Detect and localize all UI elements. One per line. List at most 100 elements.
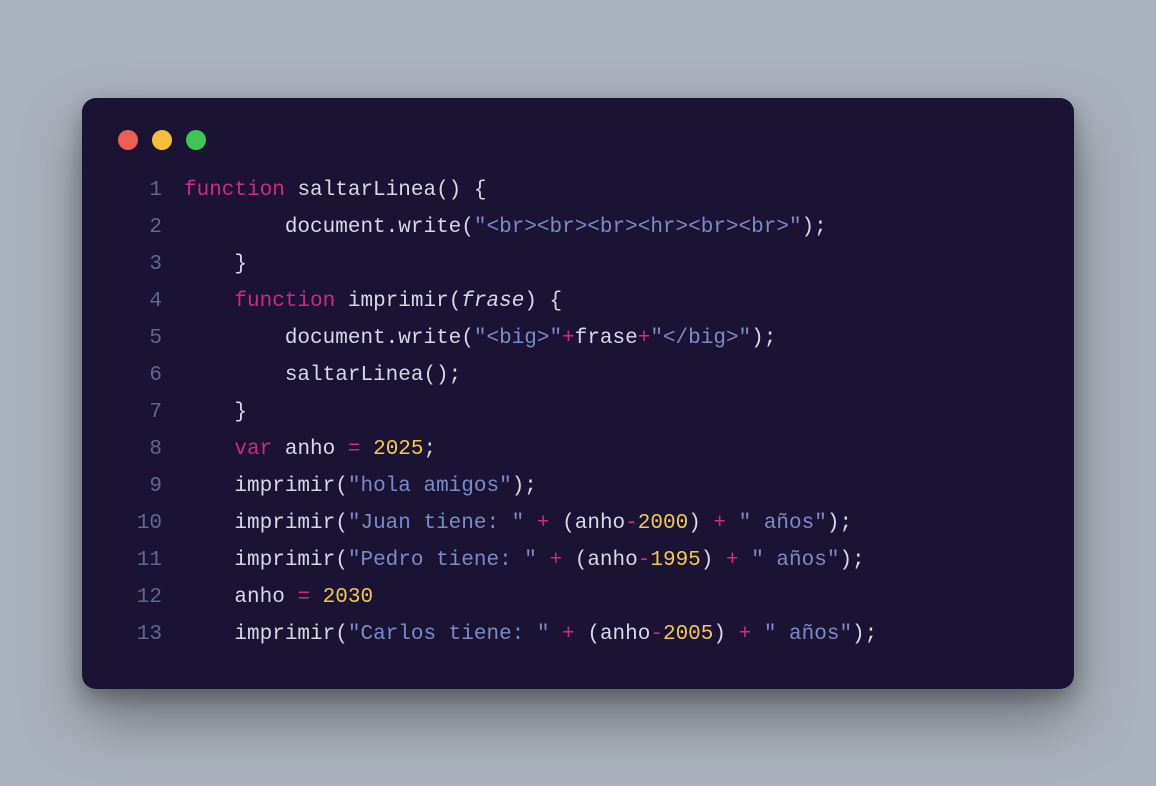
line-number: 13 — [118, 616, 162, 653]
code-token — [184, 549, 234, 572]
code-token — [524, 512, 537, 535]
code-line[interactable]: function saltarLinea() { — [184, 172, 1038, 209]
line-number: 1 — [118, 172, 162, 209]
code-line[interactable]: anho = 2030 — [184, 579, 1038, 616]
code-token: ; — [814, 216, 827, 239]
code-token — [184, 512, 234, 535]
code-token: () — [436, 179, 461, 202]
code-line[interactable]: function imprimir(frase) { — [184, 283, 1038, 320]
stage: 1function saltarLinea() {2 document.writ… — [0, 0, 1156, 786]
code-token: ) — [713, 623, 726, 646]
code-token — [550, 512, 563, 535]
code-token: ; — [764, 327, 777, 350]
code-token: ( — [335, 475, 348, 498]
code-token — [335, 290, 348, 313]
line-number: 8 — [118, 431, 162, 468]
line-number: 2 — [118, 209, 162, 246]
code-line[interactable]: document.write("<br><br><br><hr><br><br>… — [184, 209, 1038, 246]
code-line[interactable]: imprimir("Carlos tiene: " + (anho-2005) … — [184, 616, 1038, 653]
code-token: ( — [461, 327, 474, 350]
code-line[interactable]: var anho = 2025; — [184, 431, 1038, 468]
code-token: ) — [701, 549, 714, 572]
code-token: document — [285, 216, 386, 239]
code-token — [184, 364, 285, 387]
code-token — [184, 438, 234, 461]
code-token: imprimir — [234, 549, 335, 572]
line-number: 10 — [118, 505, 162, 542]
code-token: . — [386, 327, 399, 350]
code-token: " años" — [751, 549, 839, 572]
code-token: frase — [575, 327, 638, 350]
close-icon[interactable] — [118, 130, 138, 150]
code-token: 2000 — [638, 512, 688, 535]
code-token — [701, 512, 714, 535]
window-controls — [118, 126, 1038, 172]
code-token: "<br><br><br><hr><br><br>" — [474, 216, 802, 239]
code-line[interactable]: imprimir("hola amigos"); — [184, 468, 1038, 505]
code-token — [184, 327, 285, 350]
code-token: "Juan tiene: " — [348, 512, 524, 535]
code-token: () — [423, 364, 448, 387]
code-token: . — [386, 216, 399, 239]
code-token: ) — [524, 290, 537, 313]
code-token: anho — [234, 586, 284, 609]
code-token: ( — [449, 290, 462, 313]
code-token: ; — [424, 438, 437, 461]
code-token: } — [234, 253, 247, 276]
code-token: write — [398, 216, 461, 239]
code-line[interactable]: } — [184, 394, 1038, 431]
code-token — [184, 216, 285, 239]
code-token: "hola amigos" — [348, 475, 512, 498]
code-token: imprimir — [234, 512, 335, 535]
code-token: var — [234, 438, 272, 461]
code-token — [726, 512, 739, 535]
code-line[interactable]: } — [184, 246, 1038, 283]
code-editor[interactable]: 1function saltarLinea() {2 document.writ… — [118, 172, 1038, 653]
code-token: + — [726, 549, 739, 572]
code-token — [335, 438, 348, 461]
code-token: ; — [839, 512, 852, 535]
code-token: + — [739, 623, 752, 646]
code-token: + — [550, 549, 563, 572]
zoom-icon[interactable] — [186, 130, 206, 150]
code-token — [537, 549, 550, 572]
code-token — [285, 586, 298, 609]
code-line[interactable]: document.write("<big>"+frase+"</big>"); — [184, 320, 1038, 357]
code-token: ) — [688, 512, 701, 535]
code-token: function — [184, 179, 285, 202]
code-token: imprimir — [348, 290, 449, 313]
minimize-icon[interactable] — [152, 130, 172, 150]
code-token: ( — [335, 512, 348, 535]
code-line[interactable]: imprimir("Juan tiene: " + (anho-2000) + … — [184, 505, 1038, 542]
code-token: document — [285, 327, 386, 350]
code-window: 1function saltarLinea() {2 document.writ… — [82, 98, 1074, 689]
code-token — [184, 290, 234, 313]
code-token: ; — [524, 475, 537, 498]
code-token: 2025 — [373, 438, 423, 461]
line-number: 9 — [118, 468, 162, 505]
code-token: anho — [600, 623, 650, 646]
code-token: frase — [461, 290, 524, 313]
code-token: saltarLinea — [297, 179, 436, 202]
code-token: ) — [827, 512, 840, 535]
code-token: { — [474, 179, 487, 202]
code-token: ) — [852, 623, 865, 646]
code-token: { — [550, 290, 563, 313]
code-token: ; — [865, 623, 878, 646]
code-token — [272, 438, 285, 461]
code-token: anho — [575, 512, 625, 535]
line-number: 6 — [118, 357, 162, 394]
line-number: 11 — [118, 542, 162, 579]
code-token — [461, 179, 474, 202]
code-line[interactable]: imprimir("Pedro tiene: " + (anho-1995) +… — [184, 542, 1038, 579]
code-token: anho — [587, 549, 637, 572]
code-token — [726, 623, 739, 646]
code-token — [184, 253, 234, 276]
code-line[interactable]: saltarLinea(); — [184, 357, 1038, 394]
code-token: "</big>" — [650, 327, 751, 350]
code-token: saltarLinea — [285, 364, 424, 387]
code-token: 1995 — [650, 549, 700, 572]
code-token: " años" — [739, 512, 827, 535]
code-token: + — [713, 512, 726, 535]
code-token: anho — [285, 438, 335, 461]
